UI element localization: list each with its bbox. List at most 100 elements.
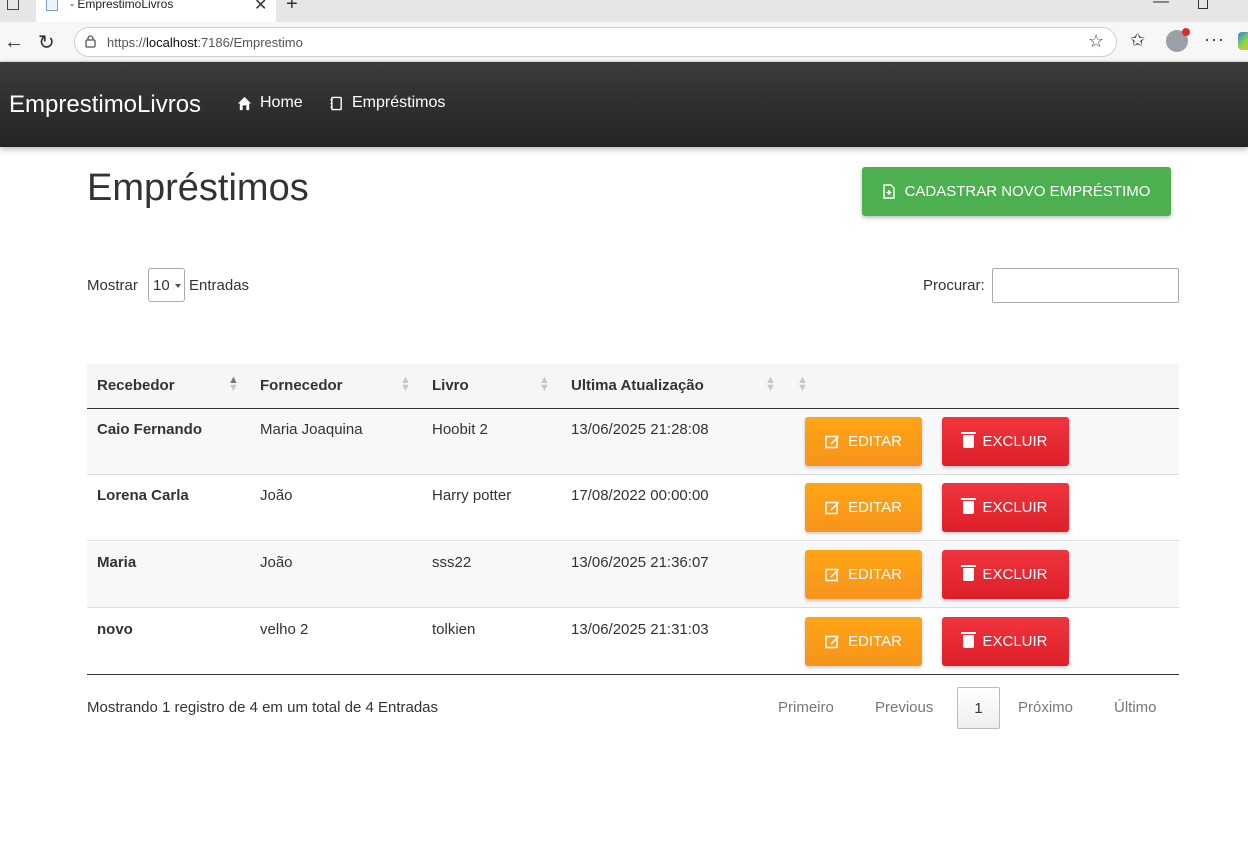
column-header-livro[interactable]: Livro — [432, 377, 469, 394]
cell-livro: Hoobit 2 — [432, 421, 488, 438]
browser-tab[interactable]: - EmprestimoLivros ✕ — [36, 0, 276, 22]
browser-tabstrip: - EmprestimoLivros ✕ + — — [0, 0, 1248, 22]
edit-icon — [825, 501, 840, 515]
table-info: Mostrando 1 registro de 4 em um total de… — [87, 699, 439, 716]
column-header-recebedor[interactable]: Recebedor — [97, 377, 175, 394]
edit-label: EDITAR — [848, 633, 902, 650]
pagination-first[interactable]: Primeiro — [778, 699, 834, 716]
search-input[interactable] — [992, 268, 1179, 303]
delete-label: EXCLUIR — [982, 566, 1048, 583]
cell-recebedor: novo — [97, 621, 133, 638]
delete-button[interactable]: EXCLUIR — [942, 417, 1069, 466]
edit-button[interactable]: EDITAR — [805, 483, 922, 532]
pagination-previous[interactable]: Previous — [875, 699, 933, 716]
pagination-last[interactable]: Último — [1114, 699, 1157, 716]
table-bottom-border — [87, 674, 1179, 675]
sort-icon[interactable]: ▲ ▼ — [400, 375, 411, 394]
delete-button[interactable]: EXCLUIR — [942, 550, 1069, 599]
length-prefix: Mostrar — [87, 277, 138, 294]
column-header-fornecedor[interactable]: Fornecedor — [260, 377, 343, 394]
table-row: Lorena Carla João Harry potter 17/08/202… — [87, 475, 1179, 541]
search-label: Procurar: — [923, 277, 985, 294]
trash-icon — [961, 432, 977, 448]
home-icon — [237, 96, 252, 110]
edit-label: EDITAR — [848, 566, 902, 583]
delete-button[interactable]: EXCLUIR — [942, 617, 1069, 666]
edit-icon — [825, 635, 840, 649]
edit-button[interactable]: EDITAR — [805, 550, 922, 599]
delete-label: EXCLUIR — [982, 433, 1048, 450]
edit-label: EDITAR — [848, 499, 902, 516]
close-icon[interactable]: ✕ — [254, 0, 267, 15]
cell-fornecedor: Maria Joaquina — [260, 421, 363, 438]
sort-icon[interactable]: ▲ ▼ — [797, 375, 808, 394]
sort-icon[interactable]: ▲ ▼ — [539, 375, 550, 394]
edit-label: EDITAR — [848, 433, 902, 450]
cell-atualizacao: 13/06/2025 21:31:03 — [571, 621, 709, 638]
edit-button[interactable]: EDITAR — [805, 617, 922, 666]
back-arrow-icon[interactable]: ← — [4, 31, 24, 54]
app-navbar: EmprestimoLivros Home Empréstimos — [0, 62, 1248, 147]
favorite-star-icon[interactable]: ☆ — [1088, 31, 1104, 52]
sort-icon[interactable]: ▲ ▼ — [228, 375, 239, 394]
more-options-icon[interactable]: ··· — [1204, 29, 1225, 50]
edit-icon — [825, 435, 840, 449]
reload-icon[interactable]: ↻ — [38, 30, 55, 55]
trash-icon — [961, 498, 977, 514]
new-document-icon — [882, 184, 895, 199]
cell-recebedor: Lorena Carla — [97, 487, 189, 504]
new-tab-icon[interactable]: + — [286, 0, 298, 16]
nav-link-label: Home — [260, 94, 303, 111]
cell-livro: sss22 — [432, 554, 472, 571]
copilot-icon[interactable] — [1238, 32, 1248, 50]
favorites-icon[interactable]: ✩ — [1130, 30, 1145, 51]
sidebar-toggle-icon[interactable] — [7, 0, 19, 10]
table-header: Recebedor ▲ ▼ Fornecedor ▲ ▼ Livro ▲ ▼ Ulti… — [87, 364, 1179, 409]
notification-dot — [1182, 28, 1190, 36]
length-value: 10 — [153, 277, 170, 294]
cell-atualizacao: 13/06/2025 21:28:08 — [571, 421, 709, 438]
column-header-atualizacao[interactable]: Ultima Atualização — [571, 377, 704, 394]
delete-label: EXCLUIR — [982, 499, 1048, 516]
chevron-down-icon — [175, 284, 181, 288]
sort-icon[interactable]: ▲ ▼ — [765, 375, 776, 394]
cell-atualizacao: 13/06/2025 21:36:07 — [571, 554, 709, 571]
cell-fornecedor: João — [260, 554, 293, 571]
add-loan-label: CADASTRAR NOVO EMPRÉSTIMO — [904, 183, 1151, 200]
delete-label: EXCLUIR — [982, 633, 1048, 650]
page-title: Empréstimos — [87, 167, 309, 209]
cell-atualizacao: 17/08/2022 00:00:00 — [571, 487, 709, 504]
table-row: Maria João sss22 13/06/2025 21:36:07 EDI… — [87, 542, 1179, 608]
nav-link-emprestimos[interactable]: Empréstimos — [329, 94, 445, 112]
cell-fornecedor: velho 2 — [260, 621, 309, 638]
pagination-current-page[interactable]: 1 — [957, 687, 1000, 729]
delete-button[interactable]: EXCLUIR — [942, 483, 1069, 532]
cell-livro: Harry potter — [432, 487, 512, 504]
brand-link[interactable]: EmprestimoLivros — [9, 91, 201, 119]
cell-fornecedor: João — [260, 487, 293, 504]
cell-recebedor: Maria — [97, 554, 137, 571]
browser-toolbar: ← ↻ https://localhost:7186/Emprestimo ☆ … — [0, 22, 1248, 62]
table-row: Caio Fernando Maria Joaquina Hoobit 2 13… — [87, 409, 1179, 475]
cell-recebedor: Caio Fernando — [97, 421, 203, 438]
pagination-next[interactable]: Próximo — [1018, 699, 1073, 716]
add-loan-button[interactable]: CADASTRAR NOVO EMPRÉSTIMO — [862, 167, 1171, 216]
restore-icon[interactable] — [1198, 0, 1208, 9]
trash-icon — [961, 565, 977, 581]
nav-link-home[interactable]: Home — [237, 94, 303, 112]
url-text: https://localhost:7186/Emprestimo — [107, 35, 303, 50]
table-row: novo velho 2 tolkien 13/06/2025 21:31:03… — [87, 609, 1179, 675]
page-favicon-icon — [46, 0, 58, 11]
edit-icon — [825, 568, 840, 582]
lock-icon — [85, 35, 96, 48]
nav-link-label: Empréstimos — [352, 94, 446, 111]
address-bar[interactable]: https://localhost:7186/Emprestimo ☆ — [74, 27, 1117, 57]
trash-icon — [961, 632, 977, 648]
edit-button[interactable]: EDITAR — [805, 417, 922, 466]
tab-title: - EmprestimoLivros — [70, 0, 174, 11]
cell-livro: tolkien — [432, 621, 476, 638]
book-icon — [330, 96, 342, 110]
profile-avatar[interactable] — [1166, 28, 1190, 52]
minimize-icon[interactable]: — — [1153, 0, 1169, 11]
length-select[interactable]: 10 — [148, 268, 185, 302]
